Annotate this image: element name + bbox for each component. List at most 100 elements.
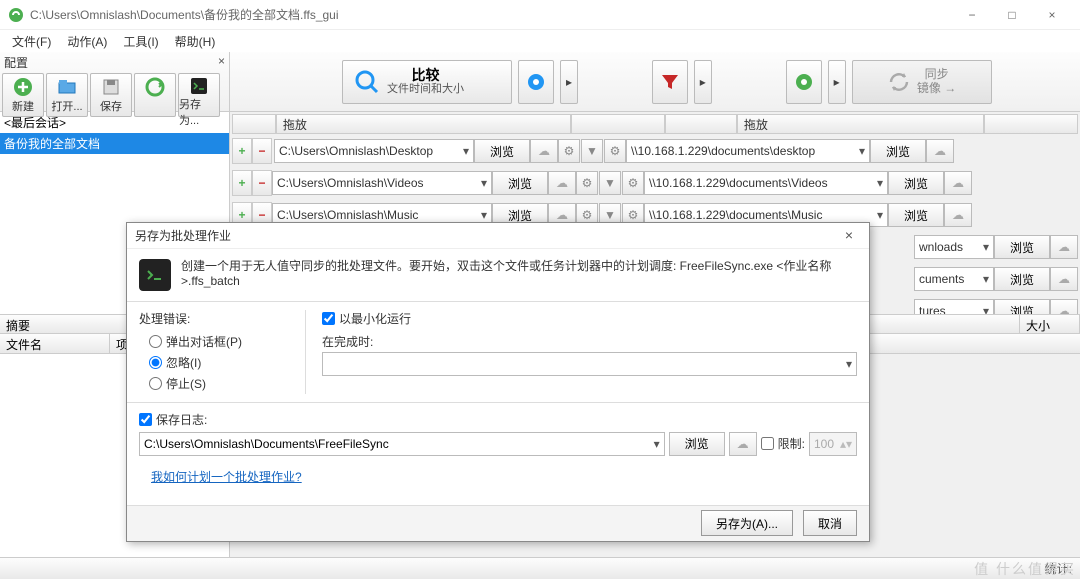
right-path-input[interactable]: \\10.168.1.229\documents\Videos▾ <box>644 171 888 195</box>
compare-button[interactable]: 比较 文件时间和大小 <box>342 60 512 104</box>
cloud-icon: ☁ <box>737 437 749 451</box>
menu-file[interactable]: 文件(F) <box>4 31 59 52</box>
left-drag-header: 拖放 <box>276 114 571 134</box>
watermark: 值 什么值得买 <box>974 559 1076 579</box>
right-cloud-button[interactable]: ☁ <box>1050 235 1078 259</box>
dialog-close-button[interactable]: × <box>837 227 861 243</box>
sync-dropdown-button[interactable]: ▸ <box>828 60 846 104</box>
radio-ignore[interactable]: 忽略(I) <box>139 352 289 373</box>
on-finish-label: 在完成时: <box>322 333 857 350</box>
save-log-label: 保存日志: <box>156 411 207 428</box>
sidebar-item-backup-docs[interactable]: 备份我的全部文档 <box>0 133 229 154</box>
log-browse-button[interactable]: 浏览 <box>669 432 725 456</box>
titlebar: C:\Users\Omnislash\Documents\备份我的全部文档.ff… <box>0 0 1080 30</box>
pair-controls-header <box>232 114 276 134</box>
sync-icon <box>144 76 166 98</box>
left-browse-button[interactable]: 浏览 <box>492 171 548 195</box>
right-cloud-button[interactable]: ☁ <box>944 171 972 195</box>
menu-actions[interactable]: 动作(A) <box>59 31 115 52</box>
menu-tools[interactable]: 工具(I) <box>115 31 166 52</box>
compare-settings-button[interactable] <box>518 60 554 104</box>
pair-filter-button[interactable]: ▼ <box>599 171 621 195</box>
folder-pair-row: + − C:\Users\Omnislash\Desktop▾ 浏览 ☁ ⚙ ▼… <box>232 136 1078 166</box>
pair-gear-button[interactable]: ⚙ <box>558 139 580 163</box>
remove-pair-button[interactable]: − <box>252 170 272 196</box>
compare-dropdown-button[interactable]: ▸ <box>560 60 578 104</box>
close-button[interactable]: × <box>1032 0 1072 30</box>
spinner-arrows-icon: ▴▾ <box>840 437 852 451</box>
save-as-batch-dialog: 另存为批处理作业 × 创建一个用于无人值守同步的批处理文件。要开始，双击这个文件… <box>126 222 870 542</box>
cancel-button[interactable]: 取消 <box>803 510 857 536</box>
summary-size-label: 大小 <box>1020 315 1080 333</box>
gear-icon <box>793 71 815 93</box>
remove-pair-button[interactable]: − <box>252 138 272 164</box>
right-browse-button[interactable]: 浏览 <box>888 171 944 195</box>
save-label: 保存 <box>100 98 122 114</box>
right-drag-header: 拖放 <box>737 114 984 134</box>
sync-settings-button[interactable] <box>786 60 822 104</box>
right-path-input[interactable]: wnloads ▾ <box>914 235 994 259</box>
chevron-down-icon: ▾ <box>481 208 487 222</box>
right-path-value: \\10.168.1.229\documents\Videos <box>649 176 828 190</box>
dialog-buttons: 另存为(A)... 取消 <box>127 505 869 541</box>
run-options-group: 以最小化运行 在完成时: ▾ <box>305 310 857 394</box>
save-icon <box>100 76 122 98</box>
pair-sync-button[interactable]: ⚙ <box>622 171 644 195</box>
left-path-input[interactable]: C:\Users\Omnislash\Desktop▾ <box>274 139 474 163</box>
new-button[interactable]: 新建 <box>2 73 44 117</box>
log-path-input[interactable]: C:\Users\Omnislash\Documents\FreeFileSyn… <box>139 432 665 456</box>
minimize-checkbox[interactable]: 以最小化运行 <box>322 310 857 327</box>
menubar: 文件(F) 动作(A) 工具(I) 帮助(H) <box>0 30 1080 52</box>
save-as-sync-button[interactable] <box>134 73 176 117</box>
filename-header[interactable]: 文件名 <box>0 334 110 353</box>
limit-label: 限制: <box>778 435 805 452</box>
add-pair-button[interactable]: + <box>232 170 252 196</box>
right-path-input[interactable]: \\10.168.1.229\documents\desktop▾ <box>626 139 870 163</box>
left-path-value: C:\Users\Omnislash\Videos <box>277 176 424 190</box>
radio-popup[interactable]: 弹出对话框(P) <box>139 331 289 352</box>
open-button[interactable]: 打开... <box>46 73 88 117</box>
right-browse-button[interactable]: 浏览 <box>870 139 926 163</box>
on-finish-input[interactable]: ▾ <box>322 352 857 376</box>
pair-sync-button[interactable]: ⚙ <box>604 139 626 163</box>
left-browse-button[interactable]: 浏览 <box>474 139 530 163</box>
pair-filter-button[interactable]: ▼ <box>581 139 603 163</box>
maximize-button[interactable]: □ <box>992 0 1032 30</box>
left-path-input[interactable]: C:\Users\Omnislash\Videos▾ <box>272 171 492 195</box>
sync-icon <box>887 70 911 94</box>
menu-help[interactable]: 帮助(H) <box>167 31 224 52</box>
radio-stop[interactable]: 停止(S) <box>139 373 289 394</box>
limit-checkbox[interactable]: 限制: <box>761 435 805 452</box>
filter-dropdown-button[interactable]: ▸ <box>694 60 712 104</box>
pair-gear-button[interactable]: ⚙ <box>576 171 598 195</box>
add-pair-button[interactable]: + <box>232 138 252 164</box>
right-browse-button[interactable]: 浏览 <box>994 267 1050 291</box>
help-link[interactable]: 我如何计划一个批处理作业? <box>139 456 314 497</box>
save-as-button[interactable]: 另存为(A)... <box>701 510 793 536</box>
right-browse-button[interactable]: 浏览 <box>888 203 944 227</box>
log-path-value: C:\Users\Omnislash\Documents\FreeFileSyn… <box>144 437 389 451</box>
right-path-value: wnloads <box>919 240 963 254</box>
save-log-checkbox[interactable]: 保存日志: <box>139 411 857 428</box>
left-cloud-button[interactable]: ☁ <box>548 171 576 195</box>
filter-button[interactable] <box>652 60 688 104</box>
app-icon <box>8 7 24 23</box>
chevron-down-icon: ▾ <box>983 240 989 254</box>
left-browse-header <box>571 114 665 134</box>
right-path-input[interactable]: cuments▾ <box>914 267 994 291</box>
config-panel-title: 配置 <box>4 54 28 71</box>
left-cloud-button[interactable]: ☁ <box>530 139 558 163</box>
right-cloud-button[interactable]: ☁ <box>1050 267 1078 291</box>
save-as-batch-button[interactable]: 另存为... <box>178 73 220 117</box>
save-button[interactable]: 保存 <box>90 73 132 117</box>
right-cloud-button[interactable]: ☁ <box>926 139 954 163</box>
toolbar-area: 配置 × 新建 打开... 保存 另存为... <box>0 52 1080 112</box>
right-browse-button[interactable]: 浏览 <box>994 235 1050 259</box>
sync-button[interactable]: 同步 镜像 → <box>852 60 992 104</box>
log-cloud-button[interactable]: ☁ <box>729 432 757 456</box>
config-panel-close-icon[interactable]: × <box>218 54 225 71</box>
minimize-button[interactable]: − <box>952 0 992 30</box>
limit-spinner[interactable]: 100▴▾ <box>809 432 857 456</box>
dialog-intro-text: 创建一个用于无人值守同步的批处理文件。要开始，双击这个文件或任务计划器中的计划调… <box>181 259 857 290</box>
right-cloud-button[interactable]: ☁ <box>944 203 972 227</box>
